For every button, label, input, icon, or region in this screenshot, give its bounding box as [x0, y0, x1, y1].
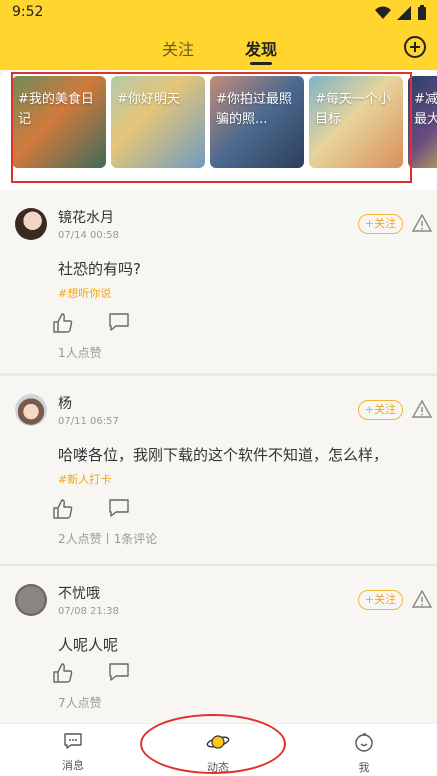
follow-button[interactable]: +关注	[358, 400, 403, 420]
report-warning-icon[interactable]	[412, 400, 432, 418]
battery-icon	[418, 5, 426, 20]
report-warning-icon[interactable]	[412, 214, 432, 232]
post-card: 镜花水月 07/14 00:58 +关注 社恐的有吗? #想听你说 1人点赞	[0, 190, 437, 373]
post-date: 07/08 21:38	[58, 606, 119, 617]
tab-active-indicator	[250, 62, 272, 65]
avatar[interactable]	[15, 584, 47, 616]
post-card: 不忧哦 07/08 21:38 +关注 人呢人呢 7人点赞	[0, 566, 437, 726]
avatar[interactable]	[15, 208, 47, 240]
post-stats: 2人点赞丨1条评论	[58, 532, 158, 546]
comment-icon[interactable]	[108, 312, 130, 332]
status-icons	[375, 5, 427, 21]
post-content: 社恐的有吗?	[58, 260, 141, 278]
post-date: 07/11 06:57	[58, 416, 119, 427]
author-name[interactable]: 不忧哦	[58, 583, 100, 603]
add-icon[interactable]	[403, 35, 427, 59]
post-stats: 1人点赞	[58, 346, 102, 360]
wifi-icon	[375, 6, 391, 19]
topic-card[interactable]: #减最大	[408, 76, 437, 168]
post-content: 人呢人呢	[58, 636, 119, 654]
nav-me[interactable]: 我	[334, 732, 394, 775]
annotation-highlight-box	[11, 72, 412, 183]
like-thumb-icon[interactable]	[52, 312, 74, 334]
app-bar: 关注 发现	[0, 26, 437, 70]
profile-face-icon	[355, 733, 373, 752]
author-name[interactable]: 镜花水月	[58, 207, 114, 227]
post-content: 哈喽各位，我刚下载的这个软件不知道，怎么样，	[58, 446, 389, 464]
author-name[interactable]: 杨	[58, 393, 72, 413]
comment-icon[interactable]	[108, 498, 130, 518]
post-card: 杨 07/11 06:57 +关注 哈喽各位，我刚下载的这个软件不知道，怎么样，…	[0, 376, 437, 564]
post-tag[interactable]: #新人打卡	[58, 471, 111, 487]
like-thumb-icon[interactable]	[52, 498, 74, 520]
post-date: 07/14 00:58	[58, 230, 119, 241]
tab-follow[interactable]: 关注	[162, 36, 194, 60]
status-bar: 9:52	[0, 0, 437, 26]
topic-label: #减最大	[414, 92, 437, 127]
report-warning-icon[interactable]	[412, 590, 432, 608]
like-thumb-icon[interactable]	[52, 662, 74, 684]
follow-button[interactable]: +关注	[358, 590, 403, 610]
post-tag[interactable]: #想听你说	[58, 285, 111, 301]
follow-button[interactable]: +关注	[358, 214, 403, 234]
signal-icon	[397, 6, 411, 20]
comment-icon[interactable]	[108, 662, 130, 682]
nav-label: 我	[358, 761, 370, 774]
status-time: 9:52	[12, 4, 44, 20]
nav-messages[interactable]: 消息	[43, 732, 103, 773]
post-stats: 7人点赞	[58, 696, 102, 710]
message-icon	[64, 733, 82, 749]
nav-label: 消息	[62, 759, 84, 772]
annotation-highlight-oval	[140, 714, 286, 774]
tab-discover[interactable]: 发现	[245, 36, 277, 60]
avatar[interactable]	[15, 394, 47, 426]
